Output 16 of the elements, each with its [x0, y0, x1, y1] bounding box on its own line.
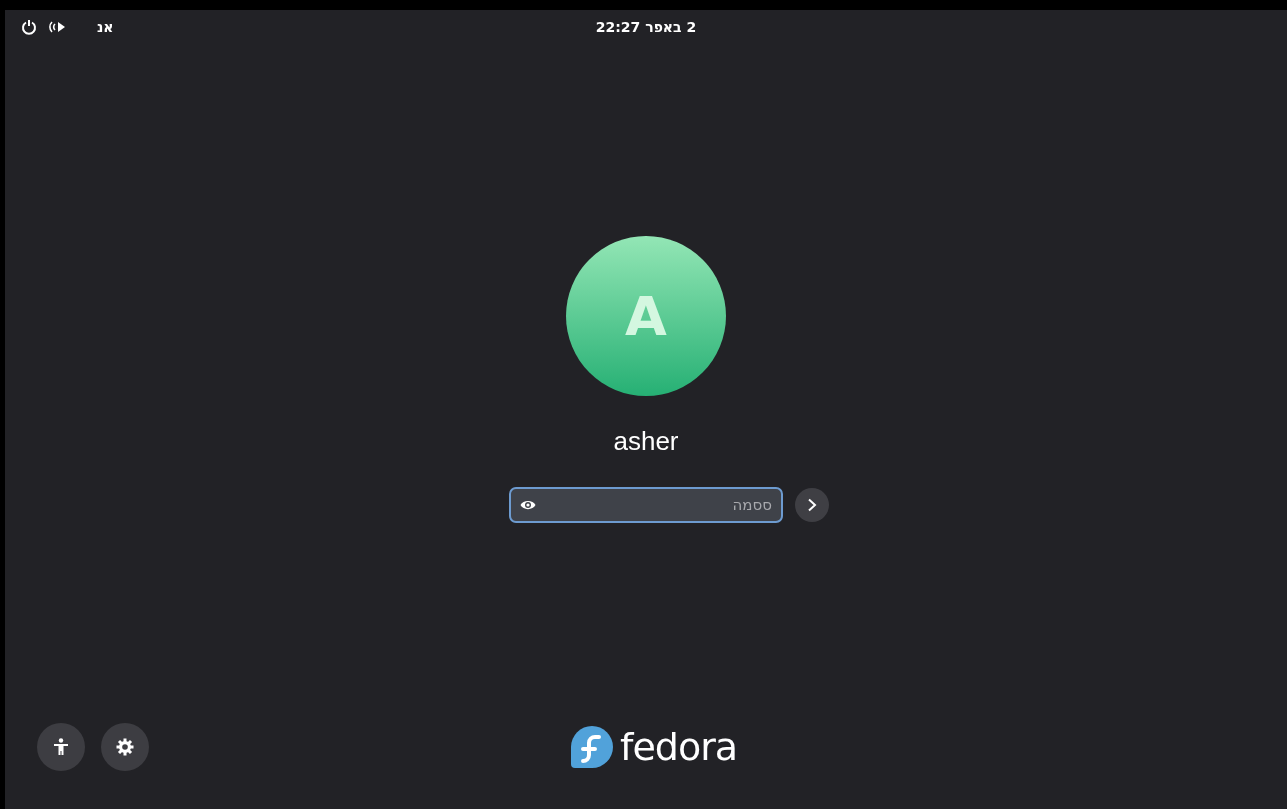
show-password-icon[interactable] — [520, 499, 536, 511]
logo-icon — [570, 725, 614, 769]
volume-icon[interactable] — [49, 19, 67, 35]
user-avatar: A — [566, 236, 726, 396]
logo-text: fedora — [620, 728, 738, 766]
submit-button[interactable] — [795, 488, 829, 522]
power-icon[interactable] — [21, 19, 37, 35]
settings-icon — [116, 738, 134, 756]
password-field[interactable]: ססמה — [509, 487, 783, 523]
settings-button[interactable] — [101, 723, 149, 771]
clock-text[interactable]: 2 באפר 22:27 — [595, 18, 697, 35]
keyboard-layout-indicator[interactable]: אנ — [97, 16, 114, 38]
accessibility-icon — [53, 738, 69, 756]
chevron-right-icon — [806, 498, 818, 512]
user-name: asher — [613, 425, 679, 458]
accessibility-button[interactable] — [37, 723, 85, 771]
